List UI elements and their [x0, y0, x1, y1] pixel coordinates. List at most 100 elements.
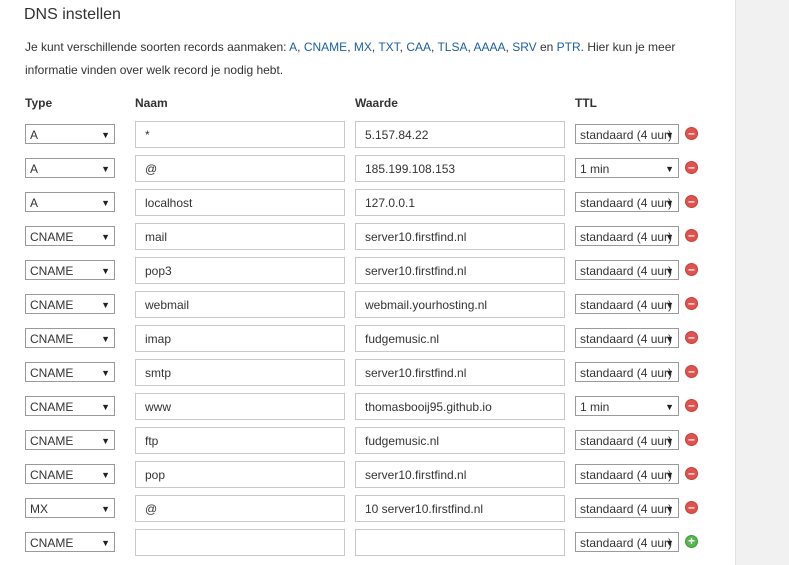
value-input[interactable]: server10.firstfind.nl	[355, 461, 565, 488]
caret-down-icon: ▼	[665, 198, 674, 208]
ttl-select[interactable]: standaard (4 uur) ▼	[575, 430, 679, 450]
dns-panel: DNS instellen Je kunt verschillende soor…	[0, 0, 736, 565]
ttl-select[interactable]: standaard (4 uur) ▼	[575, 294, 679, 314]
value-input[interactable]: server10.firstfind.nl	[355, 223, 565, 250]
dns-record-row: CNAME ▼ www thomasbooij95.github.io 1 min ▼ –	[0, 393, 735, 427]
header-ttl: TTL	[575, 96, 597, 110]
ttl-select[interactable]: standaard (4 uur) ▼	[575, 532, 679, 552]
value-input[interactable]: thomasbooij95.github.io	[355, 393, 565, 420]
link-record-ptr[interactable]: PTR	[557, 40, 581, 54]
ttl-select-value: standaard (4 uur)	[580, 536, 673, 550]
ttl-select[interactable]: standaard (4 uur) ▼	[575, 464, 679, 484]
ttl-select[interactable]: 1 min ▼	[575, 396, 679, 416]
ttl-select[interactable]: standaard (4 uur) ▼	[575, 226, 679, 246]
value-input[interactable]	[355, 529, 565, 556]
dns-record-row: CNAME ▼ pop3 server10.firstfind.nl standaard…	[0, 257, 735, 291]
name-input[interactable]: @	[135, 495, 345, 522]
link-record-caa[interactable]: CAA	[406, 40, 431, 54]
name-input[interactable]: ftp	[135, 427, 345, 454]
header-type: Type	[25, 96, 53, 110]
type-select[interactable]: A ▼	[25, 192, 115, 212]
link-record-a[interactable]: A	[289, 40, 297, 54]
link-record-aaaa[interactable]: AAAA	[474, 40, 506, 54]
value-input[interactable]: fudgemusic.nl	[355, 325, 565, 352]
ttl-select[interactable]: standaard (4 uur) ▼	[575, 328, 679, 348]
name-input[interactable]: @	[135, 155, 345, 182]
value-input[interactable]: server10.firstfind.nl	[355, 359, 565, 386]
name-input[interactable]	[135, 529, 345, 556]
type-select[interactable]: CNAME ▼	[25, 294, 115, 314]
type-select[interactable]: A ▼	[25, 124, 115, 144]
link-record-txt[interactable]: TXT	[378, 40, 399, 54]
value-input[interactable]: fudgemusic.nl	[355, 427, 565, 454]
minus-circle-icon[interactable]: –	[685, 501, 698, 514]
type-select[interactable]: MX ▼	[25, 498, 115, 518]
caret-down-icon: ▼	[665, 436, 674, 446]
type-select[interactable]: CNAME ▼	[25, 396, 115, 416]
value-input[interactable]: webmail.yourhosting.nl	[355, 291, 565, 318]
minus-circle-icon[interactable]: –	[685, 399, 698, 412]
caret-down-icon: ▼	[665, 538, 674, 548]
ttl-select[interactable]: standaard (4 uur) ▼	[575, 260, 679, 280]
header-value: Waarde	[355, 96, 398, 110]
dns-record-row: CNAME ▼ mail server10.firstfind.nl standaard…	[0, 223, 735, 257]
name-input[interactable]: pop	[135, 461, 345, 488]
type-select[interactable]: CNAME ▼	[25, 226, 115, 246]
name-input[interactable]: www	[135, 393, 345, 420]
name-input[interactable]: webmail	[135, 291, 345, 318]
ttl-select-value: standaard (4 uur)	[580, 332, 673, 346]
caret-down-icon: ▼	[101, 334, 110, 344]
type-select[interactable]: CNAME ▼	[25, 260, 115, 280]
value-input[interactable]: 10 server10.firstfind.nl	[355, 495, 565, 522]
caret-down-icon: ▼	[665, 368, 674, 378]
minus-circle-icon[interactable]: –	[685, 365, 698, 378]
name-input[interactable]: localhost	[135, 189, 345, 216]
type-select[interactable]: CNAME ▼	[25, 328, 115, 348]
minus-circle-icon[interactable]: –	[685, 229, 698, 242]
name-input[interactable]: imap	[135, 325, 345, 352]
caret-down-icon: ▼	[665, 470, 674, 480]
link-record-cname[interactable]: CNAME	[304, 40, 347, 54]
ttl-select[interactable]: 1 min ▼	[575, 158, 679, 178]
minus-circle-icon[interactable]: –	[685, 467, 698, 480]
caret-down-icon: ▼	[665, 504, 674, 514]
link-record-mx[interactable]: MX	[354, 40, 372, 54]
type-select[interactable]: A ▼	[25, 158, 115, 178]
ttl-select[interactable]: standaard (4 uur) ▼	[575, 192, 679, 212]
ttl-select-value: standaard (4 uur)	[580, 502, 673, 516]
minus-circle-icon[interactable]: –	[685, 195, 698, 208]
name-input[interactable]: smtp	[135, 359, 345, 386]
minus-circle-icon[interactable]: –	[685, 263, 698, 276]
minus-circle-icon[interactable]: –	[685, 127, 698, 140]
value-input[interactable]: 5.157.84.22	[355, 121, 565, 148]
ttl-select-value: 1 min	[580, 400, 610, 414]
intro-and: en	[536, 40, 557, 54]
dns-record-row: A ▼ @185.199.108.153 1 min ▼ –	[0, 155, 735, 189]
ttl-select[interactable]: standaard (4 uur) ▼	[575, 362, 679, 382]
link-record-srv[interactable]: SRV	[512, 40, 536, 54]
type-select[interactable]: CNAME ▼	[25, 464, 115, 484]
minus-circle-icon[interactable]: –	[685, 297, 698, 310]
link-record-tlsa[interactable]: TLSA	[437, 40, 467, 54]
type-select[interactable]: CNAME ▼	[25, 362, 115, 382]
dns-record-row: CNAME ▼ pop server10.firstfind.nl standaard …	[0, 461, 735, 495]
name-input[interactable]: mail	[135, 223, 345, 250]
caret-down-icon: ▼	[101, 436, 110, 446]
ttl-select-value: standaard (4 uur)	[580, 196, 673, 210]
caret-down-icon: ▼	[665, 334, 674, 344]
value-input[interactable]: server10.firstfind.nl	[355, 257, 565, 284]
value-input[interactable]: 185.199.108.153	[355, 155, 565, 182]
minus-circle-icon[interactable]: –	[685, 161, 698, 174]
ttl-select-value: standaard (4 uur)	[580, 434, 673, 448]
type-select[interactable]: CNAME ▼	[25, 532, 115, 552]
minus-circle-icon[interactable]: –	[685, 331, 698, 344]
name-input[interactable]: *	[135, 121, 345, 148]
minus-circle-icon[interactable]: –	[685, 433, 698, 446]
ttl-select[interactable]: standaard (4 uur) ▼	[575, 498, 679, 518]
ttl-select[interactable]: standaard (4 uur) ▼	[575, 124, 679, 144]
name-input[interactable]: pop3	[135, 257, 345, 284]
ttl-select-value: standaard (4 uur)	[580, 366, 673, 380]
type-select[interactable]: CNAME ▼	[25, 430, 115, 450]
value-input[interactable]: 127.0.0.1	[355, 189, 565, 216]
plus-circle-icon[interactable]: +	[685, 535, 698, 548]
